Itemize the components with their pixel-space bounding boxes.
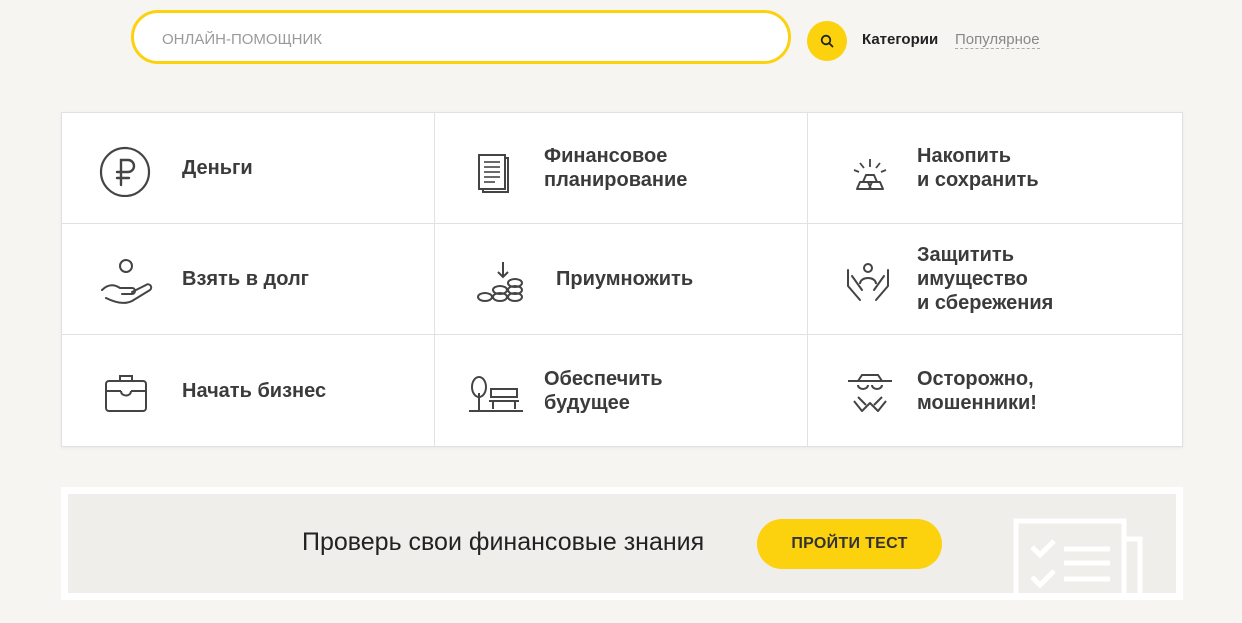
search-button[interactable]: [807, 21, 847, 61]
nav-popular-link[interactable]: Популярное: [955, 31, 1040, 49]
checklist-icon: [1013, 518, 1143, 593]
category-label: Финансовое планирование: [544, 145, 688, 191]
banner-text: Проверь свои финансовые знания: [302, 528, 705, 556]
hand-coin-icon: [101, 259, 153, 304]
gold-bars-icon: [853, 159, 887, 190]
category-future[interactable]: Обеспечить будущее: [435, 335, 808, 446]
quiz-banner: Проверь свои финансовые знания Пройти те…: [61, 487, 1183, 600]
search-box[interactable]: [131, 10, 791, 64]
category-label: Приумножить: [556, 268, 694, 290]
category-fraud[interactable]: Осторожно, мошенники!: [808, 335, 1182, 446]
nav-categories-link[interactable]: Категории: [862, 31, 938, 48]
category-label: Деньги: [182, 157, 253, 179]
category-protect[interactable]: Защитить имущество и сбережения: [808, 224, 1182, 335]
ruble-icon: [99, 146, 151, 197]
bench-tree-icon: [469, 376, 523, 412]
search-icon: [820, 34, 834, 48]
fraudster-icon: [848, 374, 892, 412]
coins-stack-icon: [477, 262, 523, 302]
category-multiply[interactable]: Приумножить: [435, 224, 808, 335]
category-save[interactable]: Накопить и сохранить: [808, 113, 1182, 224]
document-icon: [478, 154, 509, 193]
category-label: Осторожно, мошенники!: [917, 367, 1037, 414]
category-label: Обеспечить будущее: [544, 367, 663, 414]
category-borrow[interactable]: Взять в долг: [62, 224, 435, 335]
protect-hands-icon: [847, 263, 889, 301]
category-business[interactable]: Начать бизнес: [62, 335, 435, 446]
category-grid: Деньги Финансовое планирование Накопить …: [61, 112, 1183, 447]
category-label: Накопить и сохранить: [917, 145, 1039, 191]
category-label: Начать бизнес: [182, 379, 327, 402]
category-label: Защитить имущество и сбережения: [917, 244, 1054, 314]
category-money[interactable]: Деньги: [62, 113, 435, 224]
category-label: Взять в долг: [182, 268, 310, 290]
category-planning[interactable]: Финансовое планирование: [435, 113, 808, 224]
briefcase-icon: [105, 375, 147, 412]
take-test-button[interactable]: Пройти тест: [757, 519, 942, 569]
search-input[interactable]: [160, 26, 764, 52]
